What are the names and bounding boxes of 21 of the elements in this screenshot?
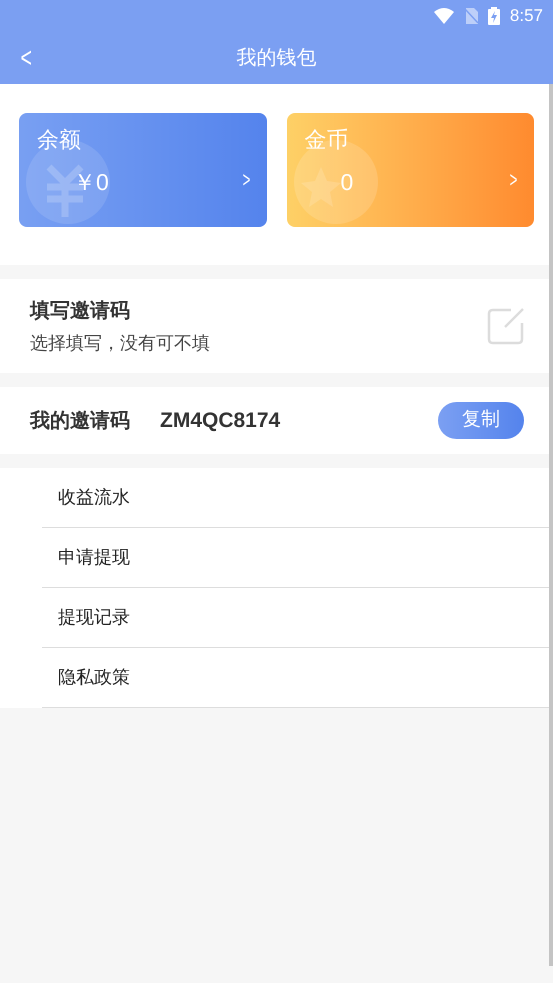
- invite-title: 填写邀请码: [30, 298, 131, 324]
- battery-icon: [488, 7, 500, 25]
- card-label: 余额: [37, 126, 81, 154]
- invite-subtitle: 选择填写，没有可不填: [30, 332, 211, 354]
- my-invite-label: 我的邀请码: [30, 408, 130, 434]
- chevron-icon: >: [510, 163, 518, 196]
- wifi-icon: [434, 8, 454, 24]
- invite-code: ZM4QC8174: [160, 408, 280, 434]
- menu-item[interactable]: 隐私政策: [58, 664, 130, 691]
- menu-item[interactable]: 收益流水: [58, 484, 130, 511]
- menu-item[interactable]: 申请提现: [58, 544, 130, 571]
- page-title: 我的钱包: [236, 46, 316, 71]
- card-label: 金币: [304, 126, 348, 154]
- card-value: ￥0: [73, 168, 109, 197]
- chevron-icon: >: [242, 163, 250, 196]
- wallet-card[interactable]: 余额 ￥0 >: [19, 113, 266, 227]
- menu-item[interactable]: 提现记录: [58, 604, 130, 631]
- edit-icon[interactable]: [487, 307, 525, 345]
- status-time: 8:57: [510, 5, 543, 28]
- card-value: 0: [340, 168, 354, 197]
- no-sim-icon: [464, 8, 478, 24]
